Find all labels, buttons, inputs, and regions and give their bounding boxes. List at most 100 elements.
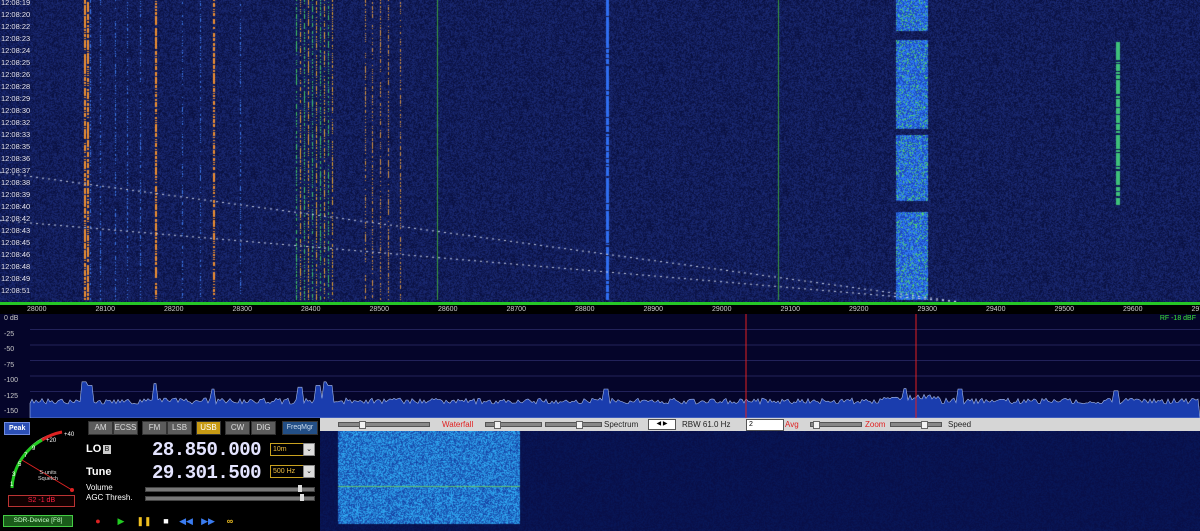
mode-button-fm[interactable]: FM: [142, 421, 167, 435]
timestamp-label: 12:08:37: [1, 166, 31, 175]
waterfall-display[interactable]: 12:08:19 12:08:20 12:08:22 12:08:23 12:08:24…: [0, 0, 1200, 302]
frequency-label: 29200: [849, 306, 869, 313]
frequency-label: 28800: [575, 306, 595, 313]
agc-label: AGC Thresh.: [86, 493, 133, 502]
timestamp-label: 12:08:30: [1, 106, 31, 115]
timestamp-label: 12:08:28: [1, 82, 31, 91]
avg-label: Avg: [785, 420, 799, 429]
zoomed-waterfall[interactable]: [320, 431, 1200, 531]
timestamp-label: 12:08:33: [1, 130, 31, 139]
peak-button[interactable]: Peak: [4, 422, 31, 435]
mode-button-lsb[interactable]: LSB: [167, 421, 192, 435]
freqmgr-button[interactable]: FreqMgr: [282, 421, 318, 435]
lo-frequency[interactable]: 28.850.000: [152, 439, 262, 461]
spectrum-level-slider[interactable]: [545, 421, 602, 429]
zoomed-waterfall-canvas[interactable]: [320, 431, 1200, 531]
frequency-label: 28900: [643, 306, 663, 313]
spectrum-label: Spectrum: [604, 420, 639, 429]
mode-button-am[interactable]: AM: [88, 421, 113, 435]
db-label: -50: [4, 346, 15, 353]
s-meter-reading: S2 -1 dB: [8, 495, 75, 507]
frequency-label: 29500: [1054, 306, 1074, 313]
waterfall-label: Waterfall: [442, 420, 474, 429]
s-meter-scale-label: 7: [24, 453, 28, 459]
spectrum-display[interactable]: 0 dB -25 -50 -75 -100 -125 -150 RF -18 dBF: [0, 314, 1200, 418]
s-meter-scale-label: +20: [46, 438, 57, 444]
timestamp-label: 12:08:22: [1, 22, 31, 31]
db-label: 0 dB: [4, 315, 19, 322]
avg-slider[interactable]: [810, 421, 862, 429]
pause-button[interactable]: ❚❚: [136, 515, 152, 527]
record-button[interactable]: ●: [90, 515, 106, 527]
waterfall-canvas[interactable]: [0, 0, 1200, 302]
frequency-label: 28400: [301, 306, 321, 313]
frequency-label: 29100: [780, 306, 800, 313]
sdr-device-button[interactable]: SDR-Device [F8]: [3, 515, 73, 527]
squelch-label: Squelch: [38, 476, 58, 482]
timestamp-label: 12:08:26: [1, 70, 31, 79]
timestamp-label: 12:08:38: [1, 178, 31, 187]
band-select[interactable]: 10m: [270, 443, 304, 456]
step-select[interactable]: 500 Hz: [270, 465, 304, 478]
play-button[interactable]: ▶: [113, 515, 129, 527]
frequency-label: 28100: [95, 306, 115, 313]
waterfall-contrast-slider[interactable]: [338, 421, 430, 429]
s-meter: Peak 1 3 5 7 9 +20 +40 S-units Squelch S2 -1 d…: [2, 420, 82, 510]
mode-button-usb[interactable]: USB: [196, 421, 221, 435]
lo-badge[interactable]: B: [103, 445, 111, 454]
db-label: -100: [4, 377, 19, 384]
frequency-label: 28300: [232, 306, 252, 313]
rbw-label: RBW 61.0 Hz: [682, 420, 731, 429]
volume-label: Volume: [86, 483, 113, 492]
timestamp-label: 12:08:45: [1, 238, 31, 247]
speed-label: Speed: [948, 420, 972, 429]
timestamp-label: 12:08:32: [1, 118, 31, 127]
display-toolbar: Waterfall Spectrum ◀ ▶ RBW 61.0 Hz 2 Avg…: [320, 418, 1200, 431]
rf-level-label: RF -18 dBF: [1159, 315, 1196, 322]
s-meter-scale-label: 1: [10, 482, 14, 488]
timestamp-label: 12:08:35: [1, 142, 31, 151]
frequency-label: 29400: [986, 306, 1006, 313]
zoom-slider[interactable]: [890, 421, 942, 429]
timestamp-label: 12:08:48: [1, 262, 31, 271]
frequency-axis[interactable]: 28000 28100 28200 28300 28400 28500 28600 28700…: [0, 302, 1200, 314]
db-label: -25: [4, 330, 15, 338]
timestamp-label: 12:08:40: [1, 202, 31, 211]
timestamp-label: 12:08:20: [1, 10, 31, 19]
lo-label: LO: [86, 443, 102, 455]
step-dropdown-button[interactable]: ⌄: [303, 465, 315, 478]
mode-button-ecss[interactable]: ECSS: [113, 421, 138, 435]
frequency-label: 29700: [1191, 306, 1200, 313]
rbw-stepper[interactable]: ◀ ▶: [648, 419, 676, 430]
fast-forward-button[interactable]: ▶▶: [200, 515, 216, 527]
loop-icon[interactable]: ∞: [222, 515, 238, 527]
band-dropdown-button[interactable]: ⌄: [303, 443, 315, 456]
s-meter-scale-label: 9: [32, 446, 36, 452]
zoom-label: Zoom: [865, 420, 886, 429]
s-meter-scale-label: 5: [18, 462, 22, 468]
mode-button-dig[interactable]: DIG: [251, 421, 276, 435]
timestamp-label: 12:08:43: [1, 226, 31, 235]
s-meter-scale-label: +40: [64, 432, 75, 438]
timestamp-label: 12:08:19: [1, 0, 31, 7]
timestamp-label: 12:08:29: [1, 94, 31, 103]
avg-select[interactable]: 2: [746, 419, 784, 431]
timestamp-label: 12:08:23: [1, 34, 31, 43]
timestamp-label: 12:08:36: [1, 154, 31, 163]
frequency-scale-bar: [0, 302, 1200, 305]
mode-button-cw[interactable]: CW: [225, 421, 250, 435]
volume-slider[interactable]: [145, 485, 315, 492]
tune-frequency[interactable]: 29.301.500: [152, 462, 262, 484]
rewind-button[interactable]: ◀◀: [178, 515, 194, 527]
timestamp-label: 12:08:42: [1, 214, 31, 223]
waterfall-level-slider[interactable]: [485, 421, 542, 429]
db-label: -150: [4, 408, 19, 415]
db-label: -125: [4, 392, 19, 400]
spectrum-plot: [29, 314, 1200, 418]
s-meter-scale-label: 3: [12, 472, 16, 478]
control-panel: Peak 1 3 5 7 9 +20 +40 S-units Squelch S2 -1 d…: [0, 418, 320, 531]
stop-button[interactable]: ■: [158, 515, 174, 527]
agc-slider[interactable]: [145, 494, 315, 501]
timestamp-label: 12:08:25: [1, 58, 31, 67]
timestamp-label: 12:08:24: [1, 46, 31, 55]
